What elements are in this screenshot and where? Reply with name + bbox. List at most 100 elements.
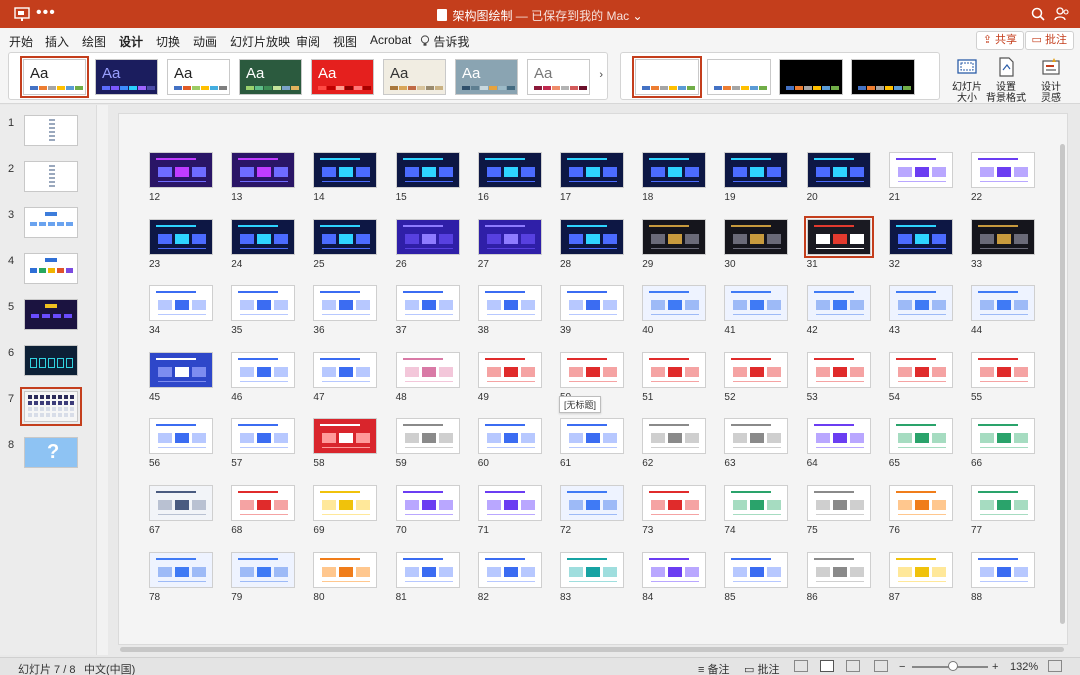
slide-48[interactable]	[395, 351, 460, 388]
slide-86[interactable]	[806, 551, 871, 588]
slide-19[interactable]	[724, 152, 789, 188]
slide-51[interactable]	[642, 351, 707, 388]
slide-60[interactable]	[477, 418, 542, 455]
theme-option-2[interactable]: Aa	[95, 59, 158, 95]
theme-option-7[interactable]: Aa	[455, 59, 518, 95]
slide-75[interactable]	[806, 485, 871, 521]
slide-76[interactable]	[888, 485, 953, 521]
horizontal-scrollbar[interactable]	[118, 646, 1068, 652]
zoom-in-button[interactable]: +	[992, 661, 998, 673]
comments-status-button[interactable]: ▭ 批注	[744, 661, 779, 675]
slide-73[interactable]	[642, 485, 707, 521]
slide-29[interactable]	[642, 218, 707, 255]
slide-72[interactable]	[560, 485, 624, 521]
slide-thumbnail-2[interactable]: 2	[0, 161, 96, 201]
search-icon[interactable]	[1030, 6, 1046, 22]
slide-71[interactable]	[477, 485, 542, 521]
slide-43[interactable]	[888, 285, 953, 322]
slide-37[interactable]	[395, 285, 460, 322]
slide-68[interactable]	[231, 485, 296, 521]
tab-animations[interactable]: 动画	[193, 33, 217, 50]
slide-81[interactable]	[395, 551, 460, 588]
slide-21[interactable]	[888, 152, 953, 188]
theme-option-6[interactable]: Aa	[383, 59, 446, 95]
fit-to-window-button[interactable]	[1048, 660, 1062, 672]
variant-option-2[interactable]	[707, 59, 771, 95]
tab-slideshow[interactable]: 幻灯片放映	[230, 33, 290, 50]
slide-41[interactable]	[724, 285, 789, 322]
theme-option-3[interactable]: Aa	[167, 59, 230, 95]
slide-25[interactable]	[313, 218, 378, 255]
zoom-out-button[interactable]: −	[899, 661, 905, 673]
variant-option-4[interactable]	[851, 59, 915, 95]
slide-67[interactable]	[149, 485, 213, 521]
slide-44[interactable]	[971, 285, 1035, 322]
slide-31[interactable]	[803, 215, 874, 258]
slide-34[interactable]	[149, 285, 213, 322]
slide-16[interactable]	[477, 152, 542, 188]
slide-66[interactable]	[971, 418, 1035, 455]
slide-33[interactable]	[971, 218, 1035, 255]
slide-70[interactable]	[395, 485, 460, 521]
slide-thumbnail-3[interactable]: 3	[0, 207, 96, 247]
slide-35[interactable]	[231, 285, 296, 322]
tab-view[interactable]: 视图	[333, 33, 357, 50]
slide-85[interactable]	[724, 551, 789, 588]
slide-26[interactable]	[395, 218, 460, 255]
slide-62[interactable]	[642, 418, 707, 455]
slide-64[interactable]	[806, 418, 871, 455]
slide-36[interactable]	[313, 285, 378, 322]
slide-80[interactable]	[313, 551, 378, 588]
slide-49[interactable]	[477, 351, 542, 388]
slide-47[interactable]	[313, 351, 378, 388]
slide-13[interactable]	[231, 152, 296, 188]
slide-55[interactable]	[971, 351, 1035, 388]
share-button[interactable]: ⇪ 共享	[975, 31, 1024, 50]
slide-thumbnail-1[interactable]: 1	[0, 115, 96, 155]
theme-option-8[interactable]: Aa	[527, 59, 590, 95]
slide-52[interactable]	[724, 351, 789, 388]
notes-button[interactable]: ≡ 备注	[698, 661, 729, 675]
slide-17[interactable]	[560, 152, 624, 188]
language-status[interactable]: 中文(中国)	[84, 661, 135, 675]
reading-view-button[interactable]	[846, 660, 860, 672]
slide-74[interactable]	[724, 485, 789, 521]
slide-58[interactable]	[313, 418, 378, 455]
slide-50[interactable]	[560, 351, 624, 388]
slide-thumbnail-7[interactable]: 7	[0, 387, 96, 431]
slide-61[interactable]	[560, 418, 624, 455]
slide-32[interactable]	[888, 218, 953, 255]
tab-home[interactable]: 开始	[9, 33, 33, 50]
title-chevron-down-icon[interactable]: ⌄	[632, 9, 642, 23]
horizontal-scroll-thumb[interactable]	[120, 647, 1064, 652]
slide-54[interactable]	[888, 351, 953, 388]
slide-83[interactable]	[560, 551, 624, 588]
slide-57[interactable]	[231, 418, 296, 455]
variant-option-3[interactable]	[779, 59, 843, 95]
tell-me-box[interactable]: 告诉我	[420, 33, 469, 50]
slide-30[interactable]	[724, 218, 789, 255]
slide-size-button[interactable]: 幻灯片 大小	[950, 56, 984, 104]
slide-27[interactable]	[477, 218, 542, 255]
slide-69[interactable]	[313, 485, 378, 521]
tab-draw[interactable]: 绘图	[82, 33, 106, 50]
format-background-button[interactable]: 设置 背景格式	[986, 56, 1026, 104]
slide-78[interactable]	[149, 551, 213, 588]
slide-15[interactable]	[395, 152, 460, 188]
slide-46[interactable]	[231, 351, 296, 388]
tab-acrobat[interactable]: Acrobat	[370, 33, 411, 47]
slide-thumbnail-6[interactable]: 6	[0, 345, 96, 385]
slide-40[interactable]	[642, 285, 707, 322]
slide-45[interactable]	[149, 351, 213, 388]
slide-65[interactable]	[888, 418, 953, 455]
comments-button[interactable]: ▭ 批注	[1024, 31, 1074, 50]
slide-thumbnail-8[interactable]: 8?	[0, 437, 96, 477]
theme-option-1[interactable]: Aa	[20, 56, 89, 98]
slide-84[interactable]	[642, 551, 707, 588]
slideshow-view-button[interactable]	[874, 660, 888, 672]
tab-transitions[interactable]: 切换	[156, 33, 180, 50]
variant-option-1[interactable]	[632, 56, 702, 98]
slide-42[interactable]	[806, 285, 871, 322]
slide-82[interactable]	[477, 551, 542, 588]
slide-12[interactable]	[149, 152, 213, 188]
